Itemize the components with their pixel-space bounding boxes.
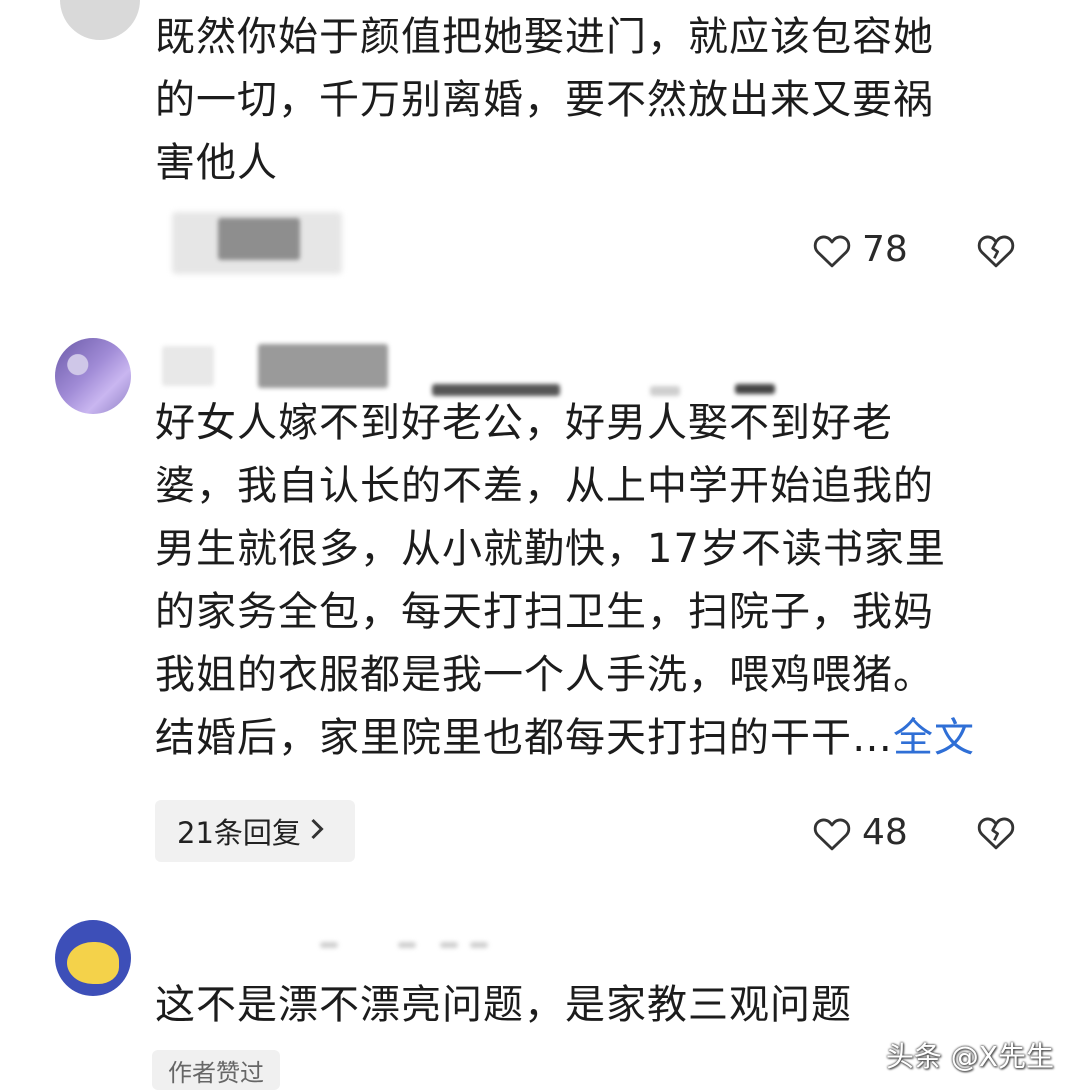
author-liked-badge: 作者赞过 [152, 1050, 280, 1090]
watermark: 头条 @X先生 [885, 1040, 1054, 1073]
comment-text: 既然你始于颜值把她娶进门，就应该包容她 的一切，千万别离婚，要不然放出来又要祸 … [155, 6, 1025, 195]
comment-line: 的家务全包，每天打扫卫生，扫院子，我妈 [155, 589, 934, 635]
avatar-shape [67, 942, 119, 984]
like-count: 78 [862, 229, 908, 270]
blurred-username [162, 346, 214, 386]
avatar[interactable] [55, 338, 131, 414]
blurred-meta [398, 942, 416, 948]
like-count: 48 [862, 812, 908, 853]
blurred-username [218, 218, 300, 260]
chevron-right-icon [309, 815, 325, 848]
blurred-meta [440, 942, 458, 948]
view-replies-button[interactable]: 21条回复 [155, 800, 355, 862]
expand-full-text-link[interactable]: 全文 [893, 715, 975, 761]
comment-text: 好女人嫁不到好老公，好男人娶不到好老 婆，我自认长的不差，从上中学开始追我的 男… [155, 392, 1025, 770]
comment-line: 好女人嫁不到好老公，好男人娶不到好老 [155, 400, 893, 446]
comment-text: 这不是漂不漂亮问题，是家教三观问题 [155, 974, 1025, 1037]
comment-line: 害他人 [155, 140, 278, 186]
heart-outline-icon [812, 814, 852, 852]
comment-line: 结婚后，家里院里也都每天打扫的干干…全文 [155, 707, 1025, 770]
avatar[interactable] [60, 0, 140, 40]
blurred-meta [320, 942, 338, 948]
dislike-button[interactable] [976, 231, 1016, 269]
comment-line-text: 结婚后，家里院里也都每天打扫的干干… [155, 715, 893, 761]
avatar[interactable] [55, 920, 131, 996]
like-button[interactable]: 48 [812, 812, 908, 853]
comment-line: 男生就很多，从小就勤快，17岁不读书家里 [155, 526, 946, 572]
comment-line: 这不是漂不漂亮问题，是家教三观问题 [155, 982, 852, 1028]
blurred-username [258, 344, 388, 388]
broken-heart-icon [976, 231, 1016, 269]
blurred-meta [470, 942, 488, 948]
comment-line: 婆，我自认长的不差，从上中学开始追我的 [155, 463, 934, 509]
heart-outline-icon [812, 231, 852, 269]
replies-label: 21条回复 [177, 816, 301, 850]
like-button[interactable]: 78 [812, 229, 908, 270]
dislike-button[interactable] [976, 813, 1016, 851]
comment-line: 既然你始于颜值把她娶进门，就应该包容她 [155, 14, 934, 60]
comment-line: 我姐的衣服都是我一个人手洗，喂鸡喂猪。 [155, 652, 934, 698]
broken-heart-icon [976, 813, 1016, 851]
comment-line: 的一切，千万别离婚，要不然放出来又要祸 [155, 77, 934, 123]
